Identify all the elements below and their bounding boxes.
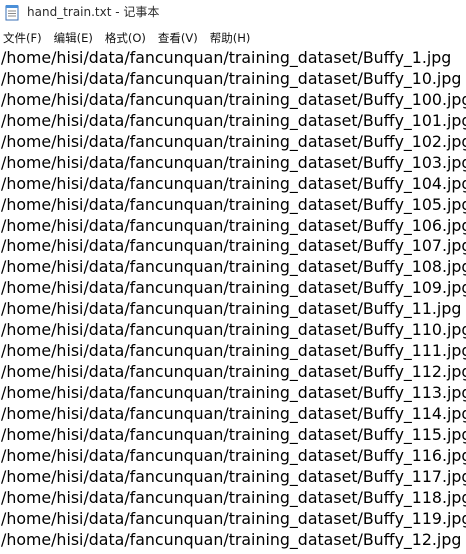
menu-view[interactable]: 查看(V) (152, 27, 204, 49)
text-line[interactable]: /home/hisi/data/fancunquan/training_data… (0, 467, 466, 488)
text-line[interactable]: /home/hisi/data/fancunquan/training_data… (0, 278, 466, 299)
menu-file[interactable]: 文件(F) (0, 27, 48, 49)
text-line[interactable]: /home/hisi/data/fancunquan/training_data… (0, 48, 466, 69)
text-line[interactable]: /home/hisi/data/fancunquan/training_data… (0, 69, 466, 90)
text-line[interactable]: /home/hisi/data/fancunquan/training_data… (0, 153, 466, 174)
text-line[interactable]: /home/hisi/data/fancunquan/training_data… (0, 111, 466, 132)
window-title: hand_train.txt - 记事本 (27, 5, 160, 19)
text-line[interactable]: /home/hisi/data/fancunquan/training_data… (0, 530, 466, 551)
menu-bar: 文件(F) 编辑(E) 格式(O) 查看(V) 帮助(H) (0, 27, 466, 49)
text-line[interactable]: /home/hisi/data/fancunquan/training_data… (0, 488, 466, 509)
menu-help[interactable]: 帮助(H) (204, 27, 257, 49)
text-line[interactable]: /home/hisi/data/fancunquan/training_data… (0, 132, 466, 153)
menu-format[interactable]: 格式(O) (99, 27, 152, 49)
text-line[interactable]: /home/hisi/data/fancunquan/training_data… (0, 446, 466, 467)
text-line[interactable]: /home/hisi/data/fancunquan/training_data… (0, 362, 466, 383)
notepad-icon (5, 5, 19, 21)
text-line[interactable]: /home/hisi/data/fancunquan/training_data… (0, 425, 466, 446)
text-line[interactable]: /home/hisi/data/fancunquan/training_data… (0, 341, 466, 362)
text-line[interactable]: /home/hisi/data/fancunquan/training_data… (0, 320, 466, 341)
text-line[interactable]: /home/hisi/data/fancunquan/training_data… (0, 174, 466, 195)
text-line[interactable]: /home/hisi/data/fancunquan/training_data… (0, 195, 466, 216)
text-line[interactable]: /home/hisi/data/fancunquan/training_data… (0, 299, 466, 320)
text-editor-area[interactable]: /home/hisi/data/fancunquan/training_data… (0, 48, 466, 554)
text-line[interactable]: /home/hisi/data/fancunquan/training_data… (0, 257, 466, 278)
title-bar: hand_train.txt - 记事本 (0, 0, 466, 26)
text-line[interactable]: /home/hisi/data/fancunquan/training_data… (0, 509, 466, 530)
text-line[interactable]: /home/hisi/data/fancunquan/training_data… (0, 216, 466, 237)
text-line[interactable]: /home/hisi/data/fancunquan/training_data… (0, 236, 466, 257)
text-line[interactable]: /home/hisi/data/fancunquan/training_data… (0, 90, 466, 111)
notepad-window: hand_train.txt - 记事本 文件(F) 编辑(E) 格式(O) 查… (0, 0, 466, 554)
text-line[interactable]: /home/hisi/data/fancunquan/training_data… (0, 404, 466, 425)
text-line[interactable]: /home/hisi/data/fancunquan/training_data… (0, 383, 466, 404)
menu-edit[interactable]: 编辑(E) (48, 27, 99, 49)
